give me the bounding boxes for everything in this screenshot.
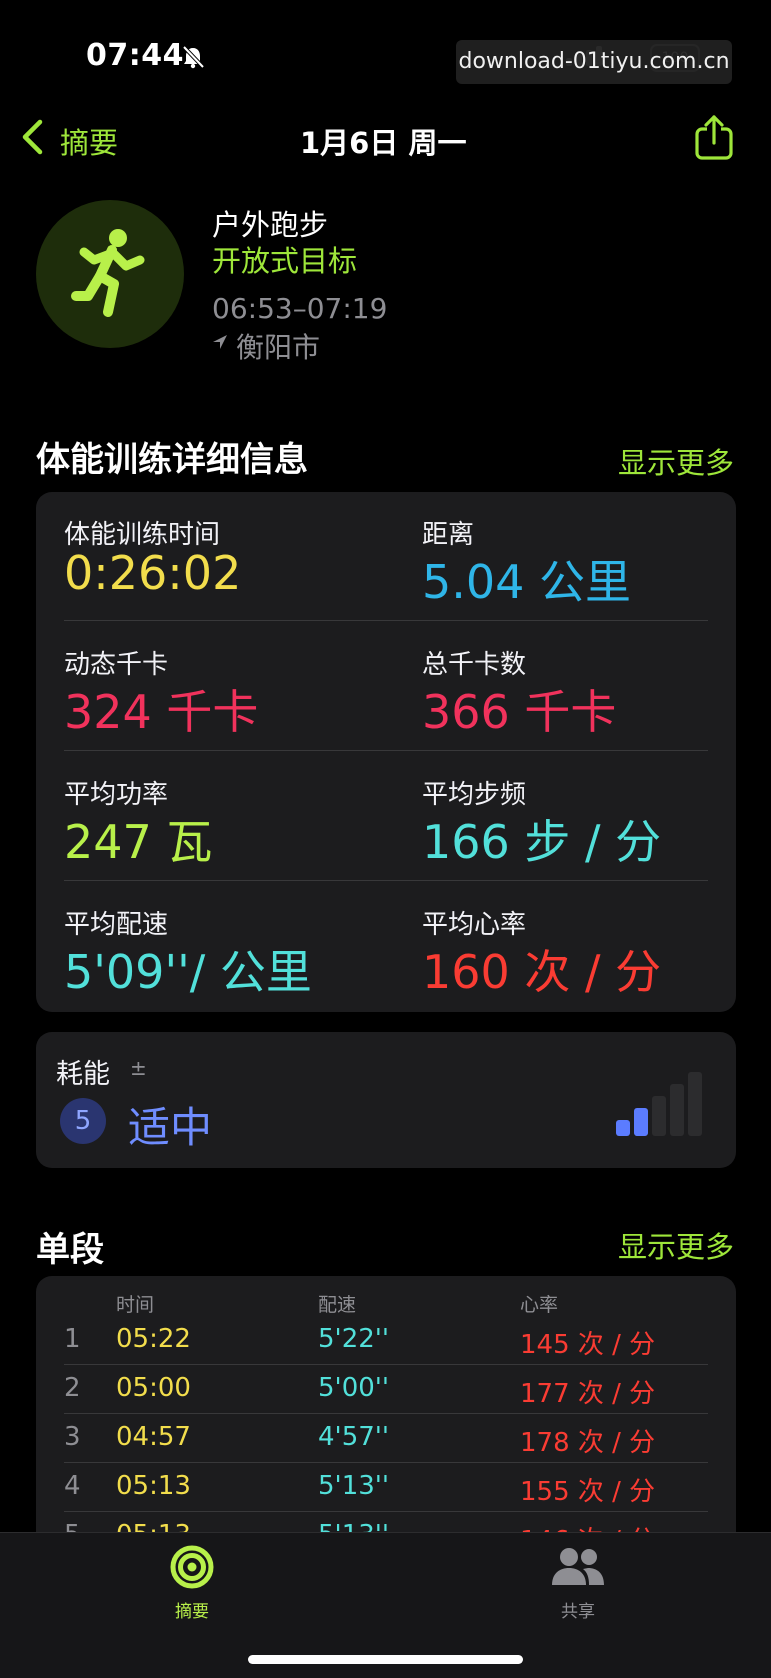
share-icon[interactable]	[694, 114, 734, 160]
split-row: 2 05:00 5'00'' 177 次 / 分	[36, 1365, 708, 1414]
split-pace: 5'22''	[318, 1324, 390, 1354]
workout-goal: 开放式目标	[212, 244, 358, 278]
splits-show-more-link[interactable]: 显示更多	[618, 1224, 734, 1266]
effort-adjust-icon[interactable]: ±	[130, 1056, 147, 1080]
tab-summary-label: 摘要	[175, 1602, 209, 1622]
split-heart-rate: 155 次 / 分	[520, 1477, 656, 1507]
stat-value-active-calories: 324 千卡	[64, 685, 259, 739]
splits-header-time: 时间	[116, 1294, 155, 1316]
stats-divider	[64, 750, 708, 751]
workout-icon-badge	[36, 200, 184, 348]
split-pace: 5'13''	[318, 1471, 390, 1501]
stat-value-distance: 5.04 公里	[422, 555, 632, 609]
tab-sharing-label: 共享	[561, 1602, 595, 1622]
split-pace: 5'00''	[318, 1373, 390, 1403]
stats-divider	[64, 880, 708, 881]
tab-summary[interactable]: 摘要	[150, 1545, 234, 1641]
split-row: 4 05:13 5'13'' 155 次 / 分	[36, 1463, 708, 1512]
workout-stats-card[interactable]: 体能训练时间 0:26:02 距离 5.04 公里 动态千卡 324 千卡 总千…	[36, 492, 736, 1012]
split-time: 04:57	[116, 1422, 191, 1452]
split-heart-rate: 177 次 / 分	[520, 1379, 656, 1409]
split-number: 2	[64, 1373, 81, 1403]
activity-rings-icon	[170, 1545, 214, 1589]
status-time: 07:44	[86, 38, 184, 73]
workout-location: 衡阳市	[236, 331, 321, 364]
stat-value-avg-heart-rate: 160 次 / 分	[422, 945, 662, 999]
details-title: 体能训练详细信息	[36, 440, 308, 480]
stat-value-avg-cadence: 166 步 / 分	[422, 815, 662, 869]
running-figure-icon	[71, 229, 145, 317]
stat-value-avg-power: 247 瓦	[64, 815, 213, 869]
effort-bars-icon	[616, 1072, 702, 1136]
details-show-more-link[interactable]: 显示更多	[618, 440, 734, 482]
stats-divider	[64, 620, 708, 621]
split-time: 05:00	[116, 1373, 191, 1403]
watermark: download-01tiyu.com.cn	[456, 40, 732, 84]
effort-label: 耗能	[56, 1059, 110, 1090]
bell-slash-icon	[182, 45, 205, 69]
back-button[interactable]: 摘要	[60, 120, 118, 162]
split-heart-rate: 145 次 / 分	[520, 1330, 656, 1360]
splits-header-pace: 配速	[318, 1294, 357, 1316]
split-row: 3 04:57 4'57'' 178 次 / 分	[36, 1414, 708, 1463]
split-row: 1 05:22 5'22'' 145 次 / 分	[36, 1316, 708, 1365]
split-time: 05:13	[116, 1471, 191, 1501]
split-number: 4	[64, 1471, 81, 1501]
workout-time-range: 06:53–07:19	[212, 292, 388, 325]
effort-level-text: 适中	[128, 1103, 213, 1152]
people-icon	[552, 1548, 604, 1585]
split-number: 1	[64, 1324, 81, 1354]
split-heart-rate: 178 次 / 分	[520, 1428, 656, 1458]
splits-header-hr: 心率	[520, 1294, 559, 1316]
tab-sharing[interactable]: 共享	[536, 1545, 620, 1641]
location-arrow-icon	[213, 335, 227, 349]
splits-title: 单段	[36, 1230, 104, 1270]
home-indicator[interactable]	[248, 1655, 523, 1664]
stat-value-total-calories: 366 千卡	[422, 685, 617, 739]
effort-card[interactable]: 耗能 ± 5 适中	[36, 1032, 736, 1168]
chevron-left-icon[interactable]	[20, 118, 46, 156]
split-number: 3	[64, 1422, 81, 1452]
stat-value-duration: 0:26:02	[64, 546, 242, 600]
page-title: 1月6日 周一	[300, 126, 467, 160]
split-pace: 4'57''	[318, 1422, 390, 1452]
effort-level-badge: 5	[60, 1098, 106, 1144]
stat-value-avg-pace: 5'09''/ 公里	[64, 945, 312, 999]
split-time: 05:22	[116, 1324, 191, 1354]
